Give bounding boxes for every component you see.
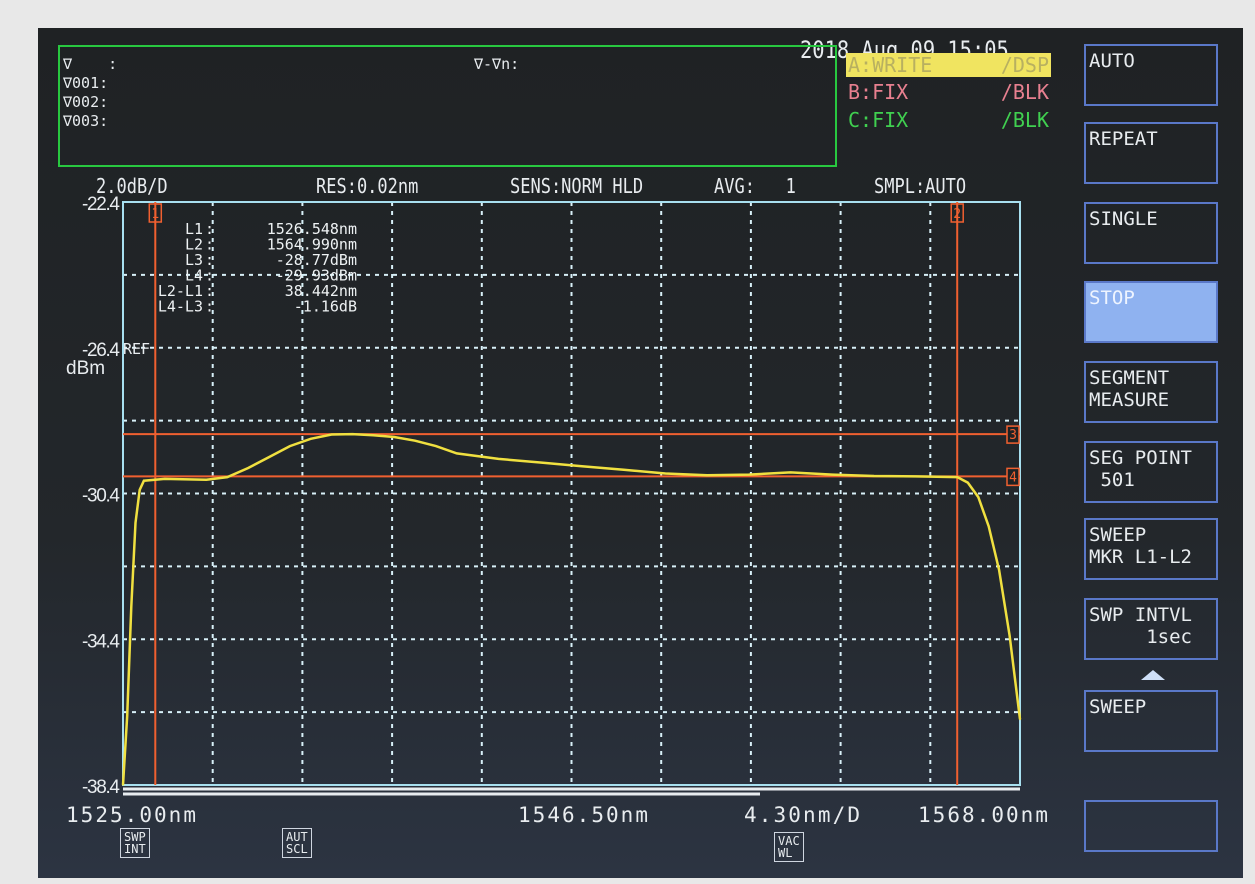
marker-label: 1 bbox=[151, 207, 159, 222]
trace-point bbox=[1008, 634, 1011, 637]
trace-point bbox=[987, 525, 990, 528]
x-tick-label: 1546.50nm bbox=[518, 803, 648, 827]
trace-point bbox=[748, 473, 750, 476]
marker-label: 3 bbox=[1009, 428, 1017, 443]
trace-point bbox=[351, 433, 354, 435]
trace-point bbox=[134, 521, 137, 524]
y-tick-label: -34.4 bbox=[82, 631, 120, 652]
marker-label: 4 bbox=[1009, 470, 1017, 485]
trace-point bbox=[789, 471, 792, 474]
marker-readout-sep: : bbox=[205, 298, 214, 316]
trace-point bbox=[126, 714, 128, 717]
marker-label: 2 bbox=[953, 207, 961, 222]
trace-point bbox=[414, 439, 416, 442]
trace-point bbox=[664, 472, 667, 475]
x-div-label: 4.30nm/D bbox=[744, 803, 860, 827]
trace-point bbox=[455, 452, 458, 455]
ref-label: REF bbox=[123, 340, 150, 358]
trace-point bbox=[497, 458, 500, 460]
trace-point bbox=[138, 489, 141, 491]
trace-point bbox=[873, 475, 875, 477]
trace-point bbox=[372, 434, 375, 437]
trace-point bbox=[914, 475, 917, 478]
trace-point bbox=[130, 605, 133, 608]
y-tick-label: -38.4 bbox=[82, 777, 120, 798]
trace-point bbox=[330, 433, 333, 436]
x-tick-label: 1568.00nm bbox=[918, 803, 1048, 827]
trace-point bbox=[289, 445, 291, 447]
trace-point bbox=[956, 476, 959, 478]
trace-point bbox=[539, 461, 542, 464]
trace-point bbox=[122, 784, 124, 786]
trace-point bbox=[967, 481, 969, 484]
trace-point bbox=[268, 456, 270, 458]
spectrum-chart: -22.4-26.4-30.4-34.4-38.4REFdBm1525.00nm… bbox=[66, 194, 1048, 827]
y-tick-label: -30.4 bbox=[82, 486, 120, 507]
trace-point bbox=[143, 479, 145, 482]
marker-readout-name: L4-L3 bbox=[158, 298, 203, 316]
x-tick-label: 1525.00nm bbox=[66, 803, 196, 827]
trace-point bbox=[163, 478, 166, 480]
trace-point bbox=[706, 474, 708, 477]
trace-point bbox=[831, 473, 834, 476]
y-tick-label: -22.4 bbox=[82, 194, 120, 215]
trace-point bbox=[247, 467, 249, 469]
trace-point bbox=[309, 438, 312, 440]
trace-point bbox=[435, 445, 437, 447]
trace-point bbox=[1019, 718, 1021, 721]
y-unit-label: dBm bbox=[66, 358, 105, 379]
trace-point bbox=[977, 496, 980, 498]
trace-point bbox=[393, 436, 395, 438]
trace-point bbox=[226, 476, 229, 478]
trace-point bbox=[622, 469, 625, 471]
trace-point bbox=[205, 478, 208, 481]
trace-point bbox=[998, 569, 1000, 571]
marker-readout-value: -1.16dB bbox=[294, 298, 357, 316]
trace-point bbox=[581, 465, 583, 467]
